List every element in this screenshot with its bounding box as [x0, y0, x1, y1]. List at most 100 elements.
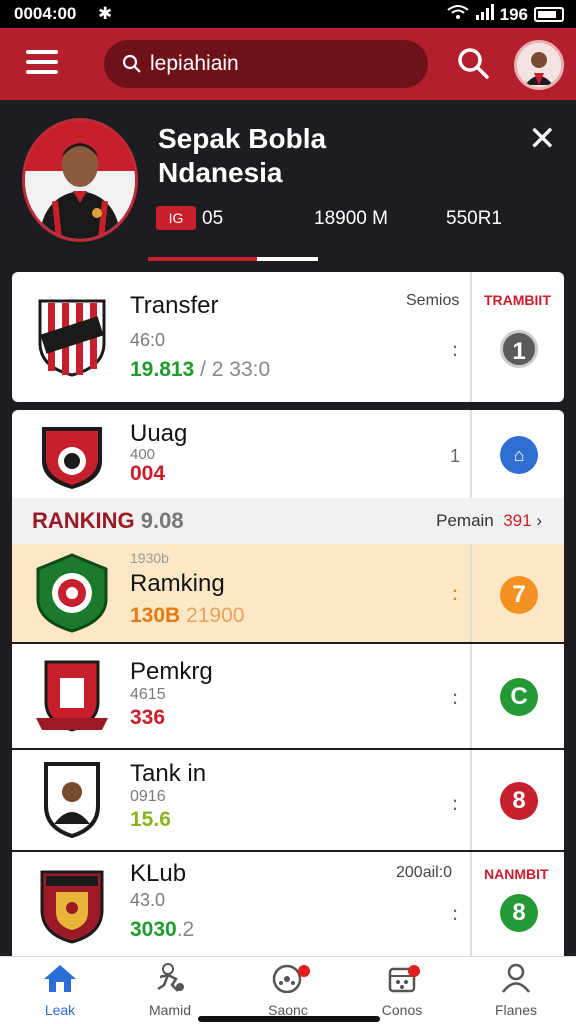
chevron-right-icon: ›: [536, 511, 542, 530]
divider: [470, 852, 472, 956]
battery-text: 196: [499, 4, 528, 24]
item-value: 19.813 / 2 33:0: [130, 358, 270, 382]
list-item-klub[interactable]: KLub 43.0 3030.2 200ail:0 · · NANMBIT 8: [12, 852, 564, 956]
profile-icon: [502, 963, 530, 993]
stat-value-3: 550R1: [446, 208, 502, 229]
item-name: KLub: [130, 860, 187, 887]
item-sub: 0916: [130, 788, 166, 805]
ranking-label: RANKING: [32, 508, 135, 533]
nav-item-conos[interactable]: Conos: [352, 963, 452, 1018]
player-icon: [157, 963, 184, 992]
item-tag: Semios: [406, 292, 460, 309]
item-sub-top: 1930b: [130, 550, 169, 566]
nav-item-mamid[interactable]: Mamid: [120, 963, 220, 1018]
status-time: 0004:00: [14, 4, 77, 23]
right-label: TRAMBIIT: [484, 292, 551, 308]
ranking-right-num: 391: [503, 511, 532, 530]
divider: [470, 410, 472, 502]
team-title-line2: Ndanesia: [158, 157, 283, 188]
top-app-bar: lepiahiain: [0, 28, 576, 100]
more-options-icon[interactable]: · ·: [450, 683, 460, 713]
item-tag: 200ail:0: [396, 864, 453, 881]
item-name: Transfer: [130, 292, 219, 319]
player-crest-icon: [36, 760, 108, 840]
rank-badge-home-icon: ⌂: [500, 436, 538, 474]
list-item-transfer[interactable]: Transfer 46:0 19.813 / 2 33:0 Semios · · …: [12, 272, 564, 402]
team-title-line1: Sepak Bobla: [158, 123, 327, 154]
nav-item-saonc[interactable]: Saonc: [238, 963, 338, 1018]
item-value-secondary: / 2 33:0: [200, 358, 271, 381]
notification-badge: [408, 965, 420, 977]
club-crest-icon: [36, 297, 108, 377]
status-bar: 0004:00 ✱ 196: [0, 0, 576, 28]
item-sub: 46:0: [130, 330, 166, 350]
more-options-icon[interactable]: · ·: [450, 335, 460, 365]
club-crest-icon: [36, 421, 108, 491]
item-sub: 400: [130, 446, 156, 463]
rank-badge: 7: [500, 576, 538, 614]
bluetooth-icon: ✱: [98, 4, 113, 23]
item-sub: 4615: [130, 686, 166, 703]
item-value-secondary: .2: [176, 918, 195, 941]
list-item-tank-in[interactable]: Tank in 0916 15.6 · · 8: [12, 750, 564, 850]
item-name: Tank in: [130, 760, 207, 787]
club-crest-icon: [36, 864, 108, 944]
divider: [470, 750, 472, 850]
list-item-pemkrg[interactable]: Pemkrg 4615 336 · · C: [12, 644, 564, 748]
nav-label: Leak: [44, 1002, 76, 1018]
ranking-right-label: Pemain: [436, 511, 494, 530]
rank-badge: C: [500, 678, 538, 716]
ranking-right: Pemain 391 ›: [436, 511, 542, 531]
item-value-main: 130B: [130, 604, 181, 627]
rank-badge: 8: [500, 894, 538, 932]
user-avatar[interactable]: [514, 40, 564, 90]
team-title: Sepak Bobla Ndanesia: [158, 122, 458, 190]
search-button-icon[interactable]: [456, 46, 490, 80]
item-value: 336: [130, 706, 166, 729]
nav-item-leak[interactable]: Leak: [10, 963, 110, 1018]
divider: [470, 644, 472, 748]
stat-value-2: 18900 M: [314, 208, 388, 229]
item-name: Ramking: [130, 570, 225, 597]
list-item-uuag[interactable]: Uuag 400 004 1 ⌂: [12, 410, 564, 502]
close-icon[interactable]: ✕: [528, 122, 557, 156]
stat-value-1: 05: [202, 208, 224, 229]
nav-item-flanes[interactable]: Flanes: [466, 963, 566, 1018]
ranking-title: RANKING 9.08: [32, 508, 184, 534]
club-crest-icon: [36, 656, 108, 736]
menu-icon[interactable]: [26, 50, 58, 76]
item-name: Uuag: [130, 420, 188, 447]
signal-icon: [475, 4, 494, 25]
home-icon: [44, 965, 76, 992]
item-value: 130B 21900: [130, 604, 244, 628]
wifi-icon: [446, 4, 470, 25]
battery-icon: [534, 7, 564, 22]
item-value: 3030.2: [130, 918, 194, 942]
rank-badge: 1: [500, 330, 538, 368]
divider: [470, 544, 472, 642]
divider: [470, 272, 472, 402]
more-options-icon[interactable]: · ·: [450, 899, 460, 929]
ranking-header[interactable]: RANKING 9.08 Pemain 391 ›: [12, 498, 564, 544]
item-sub: 43.0: [130, 890, 166, 910]
right-label: NANMBIT: [484, 866, 549, 882]
search-input-text: lepiahiain: [150, 52, 239, 75]
more-options-icon[interactable]: · ·: [450, 579, 460, 609]
team-hero: Sepak Bobla Ndanesia ✕ IG 05 18900 M 550…: [0, 100, 576, 270]
search-field[interactable]: lepiahiain: [104, 40, 428, 88]
item-value: 15.6: [130, 808, 171, 831]
notification-badge: [298, 965, 310, 977]
list-item-ramking[interactable]: 1930b Ramking 130B 21900 · · 7: [12, 544, 564, 642]
item-value-secondary: 21900: [186, 604, 245, 627]
item-name: Pemkrg: [130, 658, 213, 685]
nav-label: Flanes: [494, 1002, 538, 1018]
item-value-main: 3030: [130, 918, 177, 941]
home-indicator: [198, 1016, 380, 1022]
stat-badge: IG: [156, 206, 196, 230]
item-tag: 1: [450, 446, 461, 466]
item-value: 004: [130, 462, 166, 485]
more-options-icon[interactable]: · ·: [450, 789, 460, 819]
ranking-score: 9.08: [140, 508, 184, 533]
hero-progress: [148, 257, 318, 261]
player-photo: [22, 118, 138, 242]
